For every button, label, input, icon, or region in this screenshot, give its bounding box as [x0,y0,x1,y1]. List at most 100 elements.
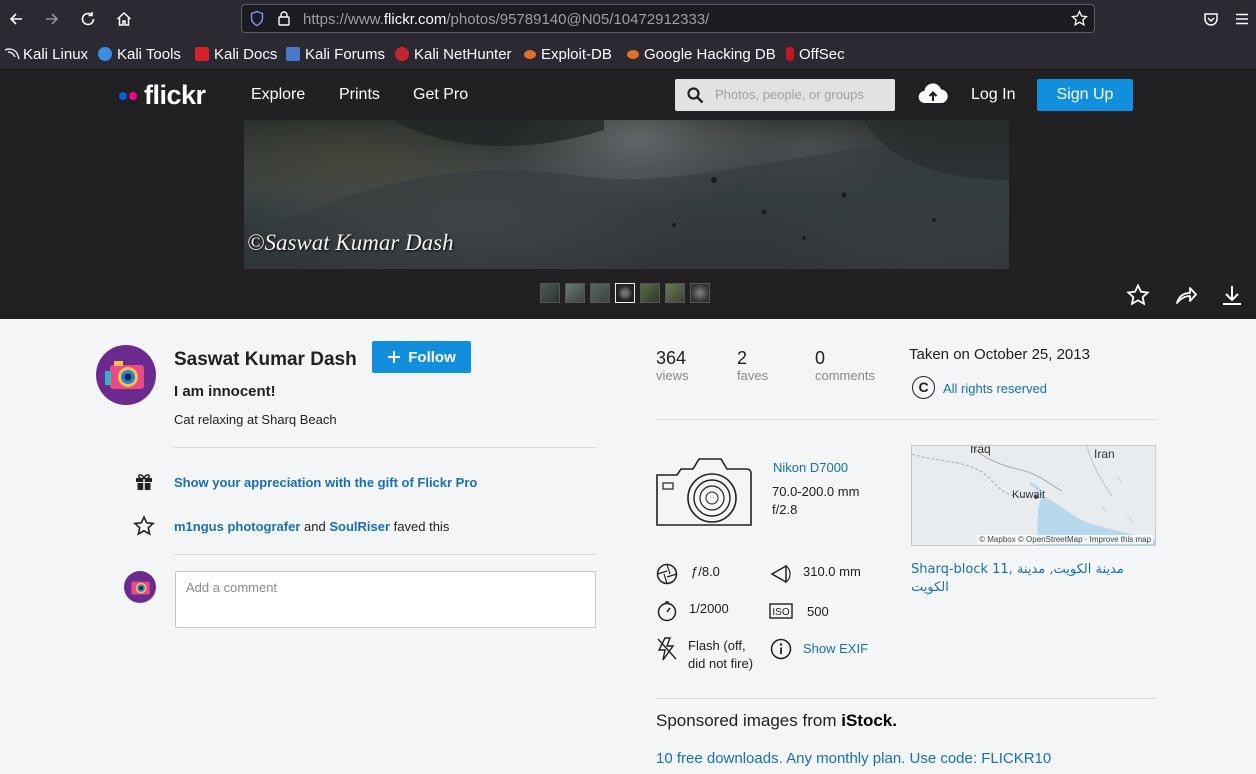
menu-icon[interactable] [1230,7,1254,31]
comment-placeholder: Add a comment [186,580,278,595]
thumbnail-current[interactable] [615,283,635,303]
login-link[interactable]: Log In [971,86,1015,104]
download-icon[interactable] [1219,282,1245,308]
bookmark-exploit-db[interactable]: Exploit-DB [524,45,612,63]
divider [174,554,596,555]
thumbnail[interactable] [590,283,610,303]
flash-icon [655,637,679,661]
url-text[interactable]: https://www.flickr.com/photos/95789140@N… [303,11,709,28]
views-count: 364 [656,348,687,368]
back-icon[interactable] [4,7,28,31]
map-label-kuwait: Kuwait [1012,489,1046,501]
exploit-db-icon [524,49,536,59]
stat-comments: 0 comments [815,348,875,383]
bookmark-star-icon[interactable] [1071,9,1088,31]
camera-icon[interactable] [655,453,753,537]
search-input[interactable]: Photos, people, or groups [675,79,895,111]
divider [174,447,596,448]
main-photo[interactable]: ©Saswat Kumar Dash [244,120,1009,269]
focal-length-value: 310.0 mm [803,564,861,579]
site-header: flickr Explore Prints Get Pro Photos, pe… [0,70,1256,120]
plus-icon [388,351,401,363]
upload-cloud-icon[interactable] [917,82,949,110]
owner-avatar[interactable] [96,345,156,405]
nav-get-pro[interactable]: Get Pro [413,86,468,104]
info-icon [769,637,793,661]
focal-length-icon [769,562,793,586]
stat-views: 364 views [656,348,689,383]
photo-title: I am innocent! [174,383,276,400]
bookmark-kali-forums[interactable]: Kali Forums [286,45,385,63]
bookmark-kali-tools[interactable]: Kali Tools [98,45,181,63]
faves-count: 2 [737,348,748,368]
promo-link[interactable]: 10 free downloads. Any monthly plan. Use… [656,750,1051,767]
thumbnail[interactable] [540,283,560,303]
fave-star-icon[interactable] [1125,282,1151,308]
logo-blue-dot [119,91,127,100]
thumbnail[interactable] [640,283,660,303]
aperture-icon [655,562,679,586]
faves-and: and [304,519,326,534]
follow-label: Follow [408,348,456,366]
views-label: views [656,368,689,383]
map-attribution[interactable]: © Mapbox © OpenStreetMap · Improve this … [977,535,1153,544]
ghdb-icon [627,49,639,59]
photo-description: Cat relaxing at Sharq Beach [174,412,337,427]
bookmark-google-hacking-db[interactable]: Google Hacking DB [627,45,776,63]
istock-logo[interactable]: iStock. [841,711,897,730]
share-icon[interactable] [1173,282,1199,308]
thumbnail[interactable] [665,283,685,303]
comment-input[interactable]: Add a comment [175,571,596,628]
forward-icon[interactable] [40,7,64,31]
location-link[interactable]: Sharq-block 11, مدينة الكويت, مدينة الكو… [911,561,1156,597]
home-icon[interactable] [112,7,136,31]
reload-icon[interactable] [76,7,100,31]
nav-prints[interactable]: Prints [339,86,380,104]
bookmark-kali-linux[interactable]: Kali Linux [4,45,88,63]
divider [656,698,1156,699]
copyright-icon: C [912,376,935,399]
taken-date: Taken on October 25, 2013 [909,346,1090,363]
location-map[interactable]: Iraq Iran Kuwait © Mapbox © OpenStreetMa… [911,445,1156,546]
photo-stage: ©Saswat Kumar Dash [0,120,1256,319]
thumbnail[interactable] [565,283,585,303]
bookmark-offsec[interactable]: OffSec [786,45,845,63]
thumbnail[interactable] [690,283,710,303]
show-exif-link[interactable]: Show EXIF [803,641,868,656]
gift-pro-link[interactable]: Show your appreciation with the gift of … [174,475,477,490]
sponsored-heading: Sponsored images from iStock. [656,711,897,731]
camera-model-link[interactable]: Nikon D7000 [773,460,848,475]
logo-pink-dot [129,91,137,100]
faves-suffix: faved this [393,519,450,534]
fave-user-link[interactable]: m1ngus photografer [174,519,300,534]
stat-faves: 2 faves [737,348,768,383]
flash-value-line-1: Flash (off, [688,638,746,653]
rights-link[interactable]: All rights reserved [943,381,1047,396]
photo-watermark: ©Saswat Kumar Dash [247,230,454,255]
flickr-logo[interactable]: flickr [119,80,206,111]
iso-value: 500 [807,604,829,619]
follow-button[interactable]: Follow [372,341,471,373]
bookmark-kali-nethunter[interactable]: Kali NetHunter [395,45,512,63]
shield-icon[interactable] [249,10,265,31]
url-bar[interactable]: https://www.flickr.com/photos/95789140@N… [241,4,1095,33]
aperture-value: ƒ/8.0 [691,564,720,579]
kali-dragon-icon [4,47,20,61]
nethunter-icon [395,47,409,61]
pocket-icon[interactable] [1199,7,1223,31]
faves-line: m1ngus photografer and SoulRiser faved t… [174,519,449,534]
photostream-thumbnails [540,283,710,303]
fave-user-link[interactable]: SoulRiser [329,519,390,534]
shutter-speed-icon [655,599,679,623]
owner-name[interactable]: Saswat Kumar Dash [174,349,357,371]
search-placeholder: Photos, people, or groups [715,87,864,102]
sponsored-prefix: Sponsored images from [656,711,837,730]
comments-count: 0 [815,348,826,368]
lock-icon[interactable] [277,10,291,31]
bookmark-kali-docs[interactable]: Kali Docs [195,45,277,63]
shutter-speed-value: 1/2000 [689,601,729,616]
nav-explore[interactable]: Explore [251,86,305,104]
lens-focal-range: 70.0-200.0 mm [772,484,860,499]
bookmarks-toolbar: Kali Linux Kali Tools Kali Docs Kali For… [0,38,1256,70]
signup-button[interactable]: Sign Up [1037,79,1133,111]
